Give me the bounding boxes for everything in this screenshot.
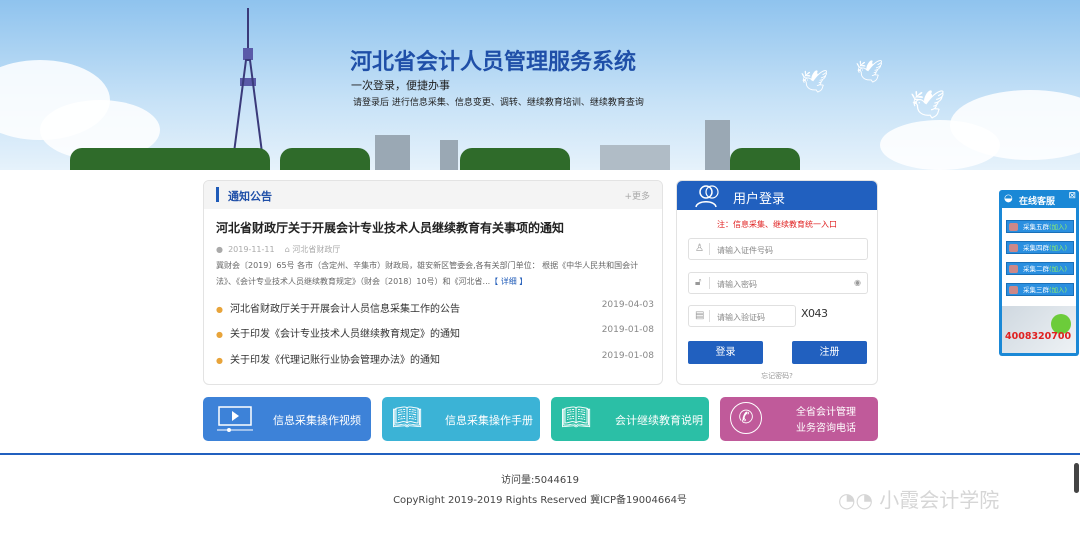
group-join-button[interactable]: 采集二群(加入) (1006, 262, 1074, 275)
dove-icon: 🕊 (855, 60, 883, 85)
tile-consult-phone[interactable]: ✆ 全省会计管理 业务咨询电话 (720, 397, 878, 441)
online-service-widget: ◒ 在线客服 ⊠ 采集五群(加入) 采集四群(加入) 采集二群(加入) 采集三群… (999, 190, 1079, 356)
user-icon (695, 185, 719, 208)
dove-icon: 🕊 (800, 70, 828, 95)
home-icon: ⌂ (284, 245, 290, 254)
login-title: 用户登录 (733, 192, 786, 207)
clock-icon: ● (216, 245, 223, 254)
forgot-password-link[interactable]: 忘记密码? (677, 371, 877, 381)
group-join-button[interactable]: 采集四群(加入) (1006, 241, 1074, 254)
header-banner: 河北省会计人员管理服务系统 一次登录，便捷办事 请登录后 进行信息采集、信息变更… (0, 0, 1080, 170)
list-item[interactable]: ● 关于印发《会计专业技术人员继续教育规定》的通知 2019-01-08 (216, 325, 654, 340)
login-button[interactable]: 登录 (688, 341, 763, 364)
id-number-input[interactable]: ♙ 请输入证件号码 (688, 238, 868, 260)
password-input[interactable]: 🔓︎ 请输入密码 ◉ (688, 272, 868, 294)
user-icon: ♙ (695, 243, 710, 255)
captcha-icon: ▤ (695, 310, 710, 322)
login-note: 注：信息采集、继续教育统一入口 (717, 220, 837, 229)
list-item[interactable]: ● 河北省财政厅关于开展会计人员信息采集工作的公告 2019-04-03 (216, 300, 654, 315)
book-icon: 📖︎ (561, 403, 592, 431)
system-subtitle: 一次登录，便捷办事 (351, 79, 450, 92)
headline-date: 2019-11-11 (228, 245, 275, 254)
footer-divider (0, 453, 1080, 455)
tile-operation-video[interactable]: 信息采集操作视频 (203, 397, 371, 441)
video-icon (217, 406, 253, 432)
register-button[interactable]: 注册 (792, 341, 867, 364)
wechat-icon: ◔◔ (838, 488, 873, 512)
captcha-input[interactable]: ▤ 请输入验证码 (688, 305, 796, 327)
service-photo (1002, 306, 1076, 353)
tile-operation-manual[interactable]: 📖︎ 信息采集操作手册 (382, 397, 540, 441)
notice-panel: 通知公告 +更多 河北省财政厅关于开展会计专业技术人员继续教育有关事项的通知 ●… (203, 180, 663, 385)
headset-icon: ◒ (1004, 193, 1013, 204)
phone-icon: ✆ (730, 402, 762, 434)
captcha-image[interactable]: X043 (801, 307, 828, 320)
headline-source: 河北省财政厅 (292, 245, 341, 254)
headline-link[interactable]: 河北省财政厅关于开展会计专业技术人员继续教育有关事项的通知 (216, 219, 564, 236)
list-item[interactable]: ● 关于印发《代理记账行业协会管理办法》的通知 2019-01-08 (216, 351, 654, 366)
headline-summary: 冀财会〔2019〕65号 各市（含定州、辛集市）财政局，雄安新区管委会,各有关部… (216, 261, 639, 286)
login-panel: 用户登录 注：信息采集、继续教育统一入口 ♙ 请输入证件号码 🔓︎ 请输入密码 ◉ ▤… (676, 180, 878, 385)
more-link[interactable]: +更多 (624, 189, 650, 202)
tv-tower-illustration (231, 8, 265, 168)
detail-link[interactable]: 【 详细 】 (490, 277, 527, 286)
watermark: ◔◔ 小霞会计学院 (838, 488, 1000, 512)
service-title: 在线客服 (1019, 197, 1056, 207)
tile-education-guide[interactable]: 📖︎ 会计继续教育说明 (551, 397, 709, 441)
lock-icon: 🔓︎ (695, 277, 710, 289)
close-icon[interactable]: ⊠ (1068, 191, 1076, 201)
system-title: 河北省会计人员管理服务系统 (350, 50, 637, 75)
dove-icon: 🕊 (910, 88, 946, 121)
group-join-button[interactable]: 采集三群(加入) (1006, 283, 1074, 296)
group-join-button[interactable]: 采集五群(加入) (1006, 220, 1074, 233)
eye-icon[interactable]: ◉ (854, 278, 861, 287)
scrollbar[interactable] (1074, 463, 1079, 493)
system-description: 请登录后 进行信息采集、信息变更、调转、继续教育培训、继续教育查询 (353, 98, 644, 108)
notice-title: 通知公告 (228, 190, 272, 203)
manual-icon: 📖︎ (392, 403, 423, 431)
service-phone: 4008320700 (1005, 331, 1072, 342)
